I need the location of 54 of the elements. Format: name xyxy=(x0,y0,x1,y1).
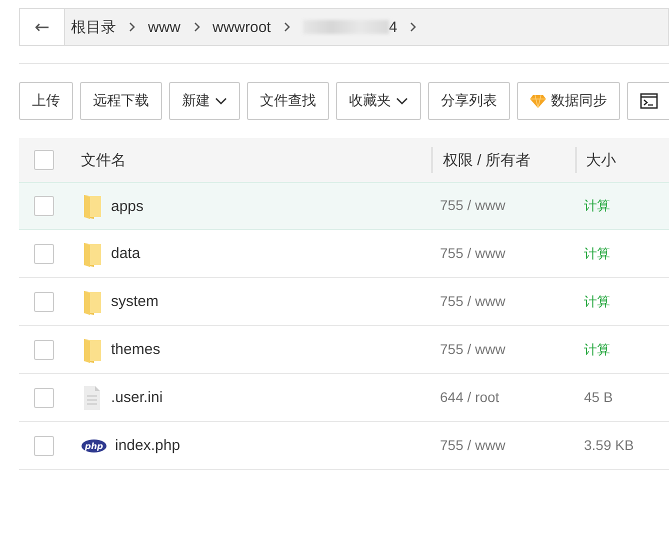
permissions-text: 755 / www xyxy=(440,436,506,452)
file-row[interactable]: .user.ini 644 / root 45 B xyxy=(19,374,669,422)
chevron-right-icon xyxy=(192,22,200,32)
size-text: 3.59 KB xyxy=(584,436,634,452)
chevron-right-icon xyxy=(282,22,291,32)
permissions-text: 755 / www xyxy=(440,244,506,260)
row-checkbox[interactable] xyxy=(34,340,54,360)
diamond-icon xyxy=(530,94,546,108)
toolbar-button[interactable]: 上传 xyxy=(19,82,73,120)
toolbar-button[interactable]: 新建 xyxy=(169,82,240,120)
breadcrumb-link[interactable]: www xyxy=(148,18,192,36)
row-checkbox[interactable] xyxy=(34,292,54,312)
caret-icon xyxy=(396,97,408,105)
column-header[interactable]: 大小 xyxy=(586,150,616,170)
row-checkbox[interactable] xyxy=(34,196,54,216)
size-text: 45 B xyxy=(584,388,613,404)
folder-icon xyxy=(81,192,103,220)
file-name[interactable]: .user.ini xyxy=(111,389,163,406)
breadcrumb-link[interactable]: wwwroot xyxy=(212,18,283,36)
toolbar-button[interactable]: 数据同步 xyxy=(517,82,620,120)
file-row[interactable]: apps 755 / www 计算 xyxy=(19,182,669,230)
toolbar-button[interactable]: 文件查找 xyxy=(247,82,329,120)
file-row[interactable]: data 755 / www 计算 xyxy=(19,230,669,278)
toolbar-button[interactable]: 分享列表 xyxy=(428,82,510,120)
file-name[interactable]: themes xyxy=(111,341,160,358)
chevron-right-icon xyxy=(409,22,418,32)
back-button[interactable]: ← xyxy=(20,9,65,45)
file-name[interactable]: apps xyxy=(111,198,144,214)
file-row[interactable]: system 755 / www 计算 xyxy=(19,278,669,326)
column-header[interactable]: 权限 / 所有者 xyxy=(443,150,531,170)
php-icon: php xyxy=(81,438,107,452)
file-name[interactable]: system xyxy=(111,293,159,310)
chevron-right-icon xyxy=(128,22,136,32)
caret-icon xyxy=(215,97,227,105)
file-name[interactable]: index.php xyxy=(115,437,180,454)
file-icon xyxy=(81,384,103,410)
row-checkbox[interactable] xyxy=(34,244,54,264)
permissions-text: 755 / www xyxy=(440,292,506,308)
terminal-button[interactable] xyxy=(627,82,669,120)
terminal-icon xyxy=(640,93,658,109)
file-row[interactable]: themes 755 / www 计算 xyxy=(19,326,669,374)
file-name[interactable]: data xyxy=(111,245,140,262)
row-checkbox[interactable] xyxy=(34,388,54,408)
row-checkbox[interactable] xyxy=(34,436,54,456)
permissions-text: 644 / root xyxy=(440,388,500,404)
permissions-text: 755 / www xyxy=(440,340,506,356)
breadcrumb-link[interactable]: 4 xyxy=(388,18,410,36)
file-row[interactable]: php index.php 755 / www 3.59 KB xyxy=(19,422,669,470)
toolbar-button[interactable]: 远程下载 xyxy=(80,82,162,120)
permissions-text: 755 / www xyxy=(440,197,506,213)
column-header[interactable]: 文件名 xyxy=(81,150,126,170)
toolbar-button[interactable]: 收藏夹 xyxy=(336,82,421,120)
breadcrumb-link[interactable]: 根目录 xyxy=(71,18,128,36)
select-all-checkbox[interactable] xyxy=(34,150,54,170)
